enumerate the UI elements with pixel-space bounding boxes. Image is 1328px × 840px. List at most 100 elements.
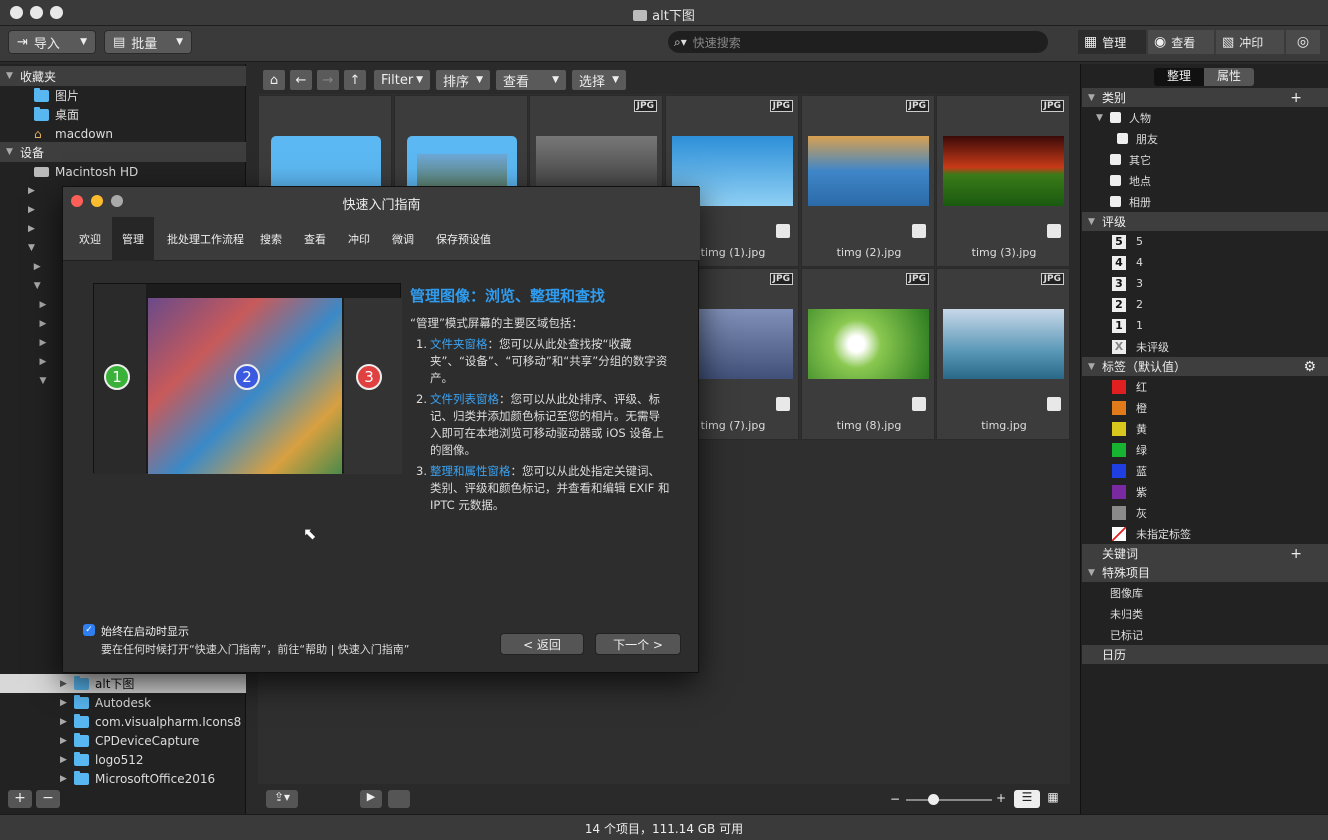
batch-button[interactable]: ▤ 批量 ▼ [104,30,192,54]
devices-header[interactable]: ▼ 设备 [0,142,246,162]
grid-item-image[interactable]: JPG timg (8).jpg [801,268,935,440]
dialog-close-button[interactable] [71,195,83,207]
dialog-back-button[interactable]: < 返回 [500,633,584,655]
zoom-out-icon[interactable]: − [890,792,900,806]
sidebar-item-folder[interactable]: ▶ MicrosoftOffice2016 [0,769,246,788]
category-item[interactable]: 地点 [1110,170,1151,191]
special-item[interactable]: 已标记 [1110,624,1143,645]
label-item[interactable]: 紫 [1112,481,1147,502]
grid-item-image[interactable]: JPG timg (3).jpg [936,95,1070,267]
select-checkbox[interactable] [776,224,790,238]
list-view-button[interactable]: ☰ [1014,790,1040,808]
category-item[interactable]: 朋友 [1117,128,1158,149]
add-icon[interactable]: + [1290,90,1302,106]
tab-develop[interactable]: 冲印 [338,217,380,261]
always-show-checkbox[interactable]: ✓ [83,624,95,636]
tab-manage[interactable]: 管理 [112,217,154,261]
special-item[interactable]: 图像库 [1110,582,1143,603]
category-checkbox[interactable] [1110,112,1121,123]
category-checkbox[interactable] [1110,175,1121,186]
labels-header[interactable]: ▼ 标签（默认值） ⚙ [1082,357,1328,376]
up-button[interactable]: ↑ [343,69,367,91]
sidebar-item-macintosh-hd[interactable]: Macintosh HD [0,162,246,181]
sidebar-item-pictures[interactable]: 图片 [0,86,246,105]
remove-folder-button[interactable]: − [36,790,60,808]
label-item[interactable]: 绿 [1112,439,1147,460]
zoom-slider[interactable] [906,799,992,801]
rating-item[interactable]: X 未评级 [1112,336,1169,357]
grid-view-button[interactable]: ▦ [1044,790,1062,808]
view-dropdown[interactable]: 查看 ▼ [495,69,567,91]
sort-dropdown[interactable]: 排序 ▼ [435,69,491,91]
rating-item[interactable]: 11 [1112,315,1143,336]
sidebar-item-folder[interactable]: ▶ com.visualpharm.Icons8 [0,712,246,731]
category-checkbox[interactable] [1117,133,1128,144]
keywords-header[interactable]: 关键词 + [1082,544,1328,563]
label-item[interactable]: 未指定标签 [1112,523,1191,544]
category-header[interactable]: ▼ 类别 + [1082,88,1328,107]
label-item[interactable]: 蓝 [1112,460,1147,481]
tab-view[interactable]: 查看 [294,217,336,261]
mode-manage-button[interactable]: ▦ 管理 [1078,30,1146,54]
special-items-header[interactable]: ▼ 特殊项目 [1082,563,1328,582]
label-item[interactable]: 橙 [1112,397,1147,418]
special-item[interactable]: 未归类 [1110,603,1143,624]
label-item[interactable]: 黄 [1112,418,1147,439]
favorites-header[interactable]: ▼ 收藏夹 [0,66,246,86]
sidebar-item-folder[interactable]: ▶ logo512 [0,750,246,769]
tab-save-presets[interactable]: 保存预设值 [426,217,501,261]
zoom-in-icon[interactable]: + [996,791,1006,805]
select-dropdown[interactable]: 选择 ▼ [571,69,627,91]
tab-search[interactable]: 搜索 [250,217,292,261]
preview-button[interactable] [388,790,410,808]
grid-item-image[interactable]: JPG timg.jpg [936,268,1070,440]
forward-button[interactable]: → [316,69,340,91]
dialog-next-button[interactable]: 下一个 > [595,633,681,655]
tab-properties[interactable]: 属性 [1204,68,1254,86]
tab-batch-workflow[interactable]: 批处理工作流程 [157,217,254,261]
select-checkbox[interactable] [1047,397,1061,411]
select-checkbox[interactable] [912,397,926,411]
back-button[interactable]: ← [289,69,313,91]
tab-adjust[interactable]: 微调 [382,217,424,261]
add-folder-button[interactable]: + [8,790,32,808]
category-item[interactable]: 其它 [1110,149,1151,170]
filter-dropdown[interactable]: Filter ▼ [373,69,431,91]
category-checkbox[interactable] [1110,154,1121,165]
home-button[interactable]: ⌂ [262,69,286,91]
tab-organize[interactable]: 整理 [1154,68,1204,86]
select-checkbox[interactable] [1047,224,1061,238]
sidebar-item-selected-folder[interactable]: ▶ alt下图 [0,674,246,693]
import-button[interactable]: ⇥ 导入 ▼ [8,30,96,54]
sidebar-item-folder[interactable]: ▶ CPDeviceCapture [0,731,246,750]
mode-develop-button[interactable]: ▧ 冲印 [1216,30,1284,54]
category-checkbox[interactable] [1110,196,1121,207]
share-button[interactable]: ⇪▾ [266,790,298,808]
rating-item[interactable]: 44 [1112,252,1143,273]
rating-item[interactable]: 55 [1112,231,1143,252]
dialog-minimize-button[interactable] [91,195,103,207]
mode-view-button[interactable]: ◉ 查看 [1148,30,1214,54]
select-checkbox[interactable] [776,397,790,411]
sidebar-item-desktop[interactable]: 桌面 [0,105,246,124]
dialog-zoom-button[interactable] [111,195,123,207]
calendar-header[interactable]: 日历 [1082,645,1328,664]
grid-item-image[interactable]: JPG timg (2).jpg [801,95,935,267]
search-field[interactable]: ⌕▾ 快速搜索 [668,31,1048,53]
rating-header[interactable]: ▼ 评级 [1082,212,1328,231]
label-item[interactable]: 红 [1112,376,1147,397]
label-item[interactable]: 灰 [1112,502,1147,523]
gear-icon[interactable]: ⚙ [1303,359,1316,375]
rating-item[interactable]: 33 [1112,273,1143,294]
slideshow-button[interactable]: ▶ [360,790,382,808]
sidebar-item-home[interactable]: ⌂ macdown [0,124,246,143]
category-item[interactable]: ▼ 人物 [1096,107,1151,128]
quick-view-button[interactable]: ◎ [1286,30,1320,54]
select-checkbox[interactable] [912,224,926,238]
add-icon[interactable]: + [1290,546,1302,562]
sidebar-item-folder[interactable]: ▶ Autodesk [0,693,246,712]
zoom-slider-handle[interactable] [928,794,939,805]
rating-item[interactable]: 22 [1112,294,1143,315]
category-item[interactable]: 相册 [1110,191,1151,212]
tab-welcome[interactable]: 欢迎 [69,217,111,261]
